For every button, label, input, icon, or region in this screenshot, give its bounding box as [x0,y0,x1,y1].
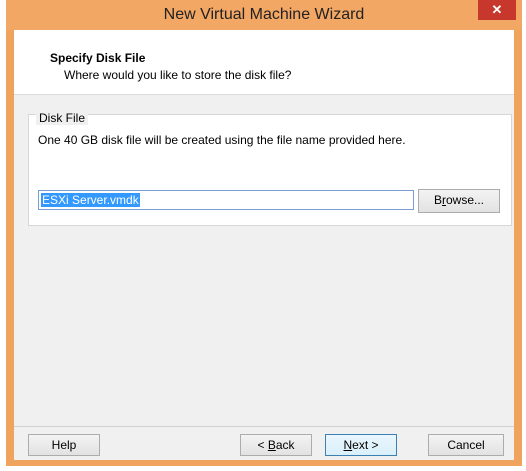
wizard-client-area: Specify Disk File Where would you like t… [14,30,514,460]
back-label-pre: < [257,438,268,452]
disk-file-name-value[interactable]: ESXi Server.vmdk [41,193,140,207]
browse-button[interactable]: Browse... [418,189,500,213]
step-subtitle: Where would you like to store the disk f… [64,68,292,82]
browse-label-pre: B [433,193,442,207]
next-button[interactable]: Next > [325,434,397,456]
help-button[interactable]: Help [28,434,100,456]
wizard-header: Specify Disk File Where would you like t… [14,30,514,95]
cancel-button[interactable]: Cancel [428,434,504,456]
disk-file-description: One 40 GB disk file will be created usin… [38,133,406,147]
next-label-post: ext > [352,438,379,452]
disk-file-group-label: Disk File [36,111,89,125]
wizard-window: New Virtual Machine Wizard ✕ Specify Dis… [6,0,522,466]
window-title: New Virtual Machine Wizard [163,6,365,23]
back-accelerator: B [267,438,276,452]
close-button[interactable]: ✕ [478,0,516,20]
bottom-separator [14,426,514,427]
back-label-post: ack [275,438,295,452]
close-icon: ✕ [491,2,503,17]
browse-label-post: owse... [446,193,485,207]
step-title: Specify Disk File [50,51,146,65]
next-accelerator: N [343,438,353,452]
back-button[interactable]: < Back [240,434,312,456]
title-bar[interactable]: New Virtual Machine Wizard ✕ [6,0,522,30]
